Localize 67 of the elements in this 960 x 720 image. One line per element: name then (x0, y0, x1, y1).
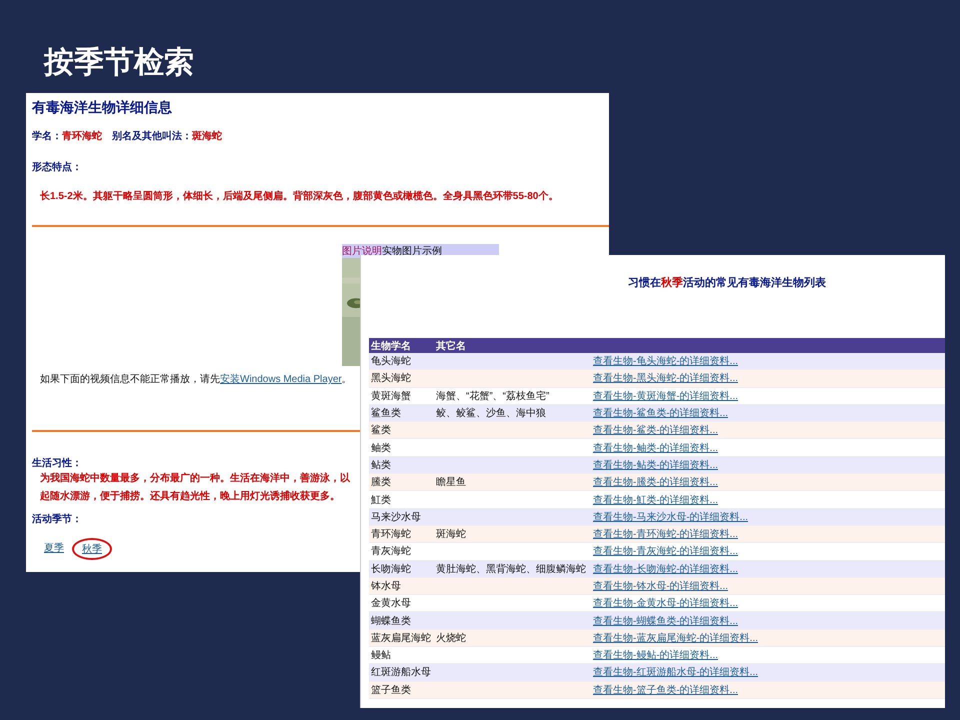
table-cell-text: 鳗鲇 (370, 649, 391, 662)
table-cell-text: 鲇类 (370, 458, 391, 472)
detail-link[interactable]: 查看生物-鰧类-的详细资料... (591, 475, 718, 490)
detail-link[interactable]: 查看生物-钵水母-的详细资料... (591, 579, 728, 593)
table-cell-text: 斑海蛇 (435, 528, 466, 542)
table-cell-text: 青灰海蛇 (370, 544, 411, 558)
description-text: 起随水漂游，便于捕捞。还具有趋光性，晚上用灯光诱捕收获更多。 (39, 489, 340, 504)
table-cell-text: 金黄水母 (370, 596, 411, 610)
field-value: 斑海蛇 (192, 130, 222, 143)
table-cell-text: 鰧类 (370, 476, 391, 490)
detail-link[interactable]: 查看生物-鲨类-的详细资料... (591, 423, 718, 438)
table-cell-text: 龟头海蛇 (370, 354, 411, 368)
caption-label: 图片说明 (342, 244, 382, 258)
detail-link[interactable]: 查看生物-蓝灰扁尾海蛇-的详细资料... (591, 630, 758, 645)
caption-text: 实物图片示例 (382, 244, 442, 258)
video-notice: 如果下面的视频信息不能正常播放，请先安装Windows Media Player。 (40, 372, 352, 386)
description-text: 长1.5-2米。其躯干略呈圆筒形，体细长，后端及尾侧扁。背部深灰色，腹部黄色或橄榄色。全身具黑色环带55-80个。 (39, 189, 558, 204)
field-label: 别名及其他叫法： (112, 130, 192, 143)
season-link[interactable]: 秋季 (72, 538, 112, 560)
detail-link[interactable]: 查看生物-篮子鱼类-的详细资料... (591, 682, 738, 697)
table-cell-text: 火烧蛇 (435, 632, 466, 645)
detail-link[interactable]: 查看生物-青环海蛇-的详细资料... (591, 527, 738, 542)
detail-link[interactable]: 查看生物-鲇类-的详细资料... (591, 458, 718, 472)
table-cell-text: 马来沙水母 (370, 510, 421, 524)
table-cell-text: 红斑游船水母 (370, 666, 431, 680)
table-cell-text: 魟类 (370, 494, 391, 507)
install-link[interactable]: 安装Windows Media Player (220, 374, 342, 385)
section-heading: 生活习性： (32, 456, 82, 470)
table-cell-text: 鲛、鲛鲨、沙鱼、海中狼 (435, 406, 546, 420)
table-cell-text: 鲨类 (370, 424, 391, 438)
detail-link[interactable]: 查看生物-魟类-的详细资料... (591, 492, 718, 507)
section-heading: 活动季节： (32, 512, 82, 526)
table-cell-text: 钵水母 (370, 580, 401, 593)
detail-link[interactable]: 查看生物-红斑游船水母-的详细资料... (591, 665, 758, 680)
table-cell-text: 长吻海蛇 (370, 562, 411, 576)
detail-link[interactable]: 查看生物-鳗鲇-的详细资料... (591, 648, 718, 662)
detail-link[interactable]: 查看生物-蝴蝶鱼类-的详细资料... (591, 614, 738, 628)
detail-link[interactable]: 查看生物-青灰海蛇-的详细资料... (591, 544, 738, 558)
detail-link[interactable]: 查看生物-龟头海蛇-的详细资料... (591, 354, 738, 368)
table-cell-text: 黑头海蛇 (370, 372, 411, 386)
page-title: 有毒海洋生物详细信息 (32, 99, 172, 118)
table-cell-text: 篮子鱼类 (370, 684, 411, 697)
table-cell-text: 鲉类 (370, 442, 391, 455)
table-cell-text: 青环海蛇 (370, 528, 411, 542)
field-value: 青环海蛇 (62, 130, 102, 143)
season-link[interactable]: 夏季 (40, 538, 68, 560)
field-label: 学名： (32, 130, 62, 143)
description-text: 为我国海蛇中数量最多，分布最广的一种。生活在海洋中，善游泳，以 (39, 471, 350, 486)
table-cell-text: 海蟹、“花蟹”、“荔枝鱼宅” (435, 390, 550, 403)
detail-link[interactable]: 查看生物-鲨鱼类-的详细资料... (591, 406, 728, 420)
detail-link[interactable]: 查看生物-长吻海蛇-的详细资料... (591, 562, 738, 576)
detail-link[interactable]: 查看生物-黄斑海蟹-的详细资料... (591, 388, 738, 403)
table-cell-text: 黄肚海蛇、黑背海蛇、细腹鳞海蛇 (435, 562, 586, 576)
table-cell-text: 蝴蝶鱼类 (370, 614, 411, 628)
table-cell-text: 鲨鱼类 (370, 406, 401, 420)
table-cell-text: 蓝灰扁尾海蛇 (370, 632, 431, 645)
column-header: 生物学名 (370, 340, 412, 352)
table-cell-text: 瞻星鱼 (435, 476, 466, 490)
detail-link[interactable]: 查看生物-金黄水母-的详细资料... (591, 596, 738, 610)
detail-link[interactable]: 查看生物-黑头海蛇-的详细资料... (591, 371, 738, 386)
column-header: 其它名 (435, 339, 467, 352)
detail-link[interactable]: 查看生物-鲉类-的详细资料... (591, 440, 718, 455)
slide-title: 按季节检索 (44, 45, 194, 81)
table-cell-text: 黄斑海蟹 (370, 390, 411, 403)
detail-link[interactable]: 查看生物-马来沙水母-的详细资料... (591, 510, 748, 524)
section-heading: 形态特点： (32, 160, 82, 174)
list-title: 习惯在秋季活动的常见有毒海洋生物列表 (627, 276, 827, 290)
